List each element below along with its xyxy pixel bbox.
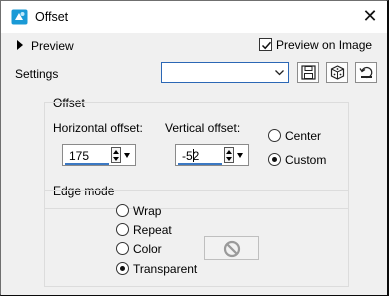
close-button[interactable]: ✕: [360, 7, 380, 27]
chevron-down-icon[interactable]: [273, 66, 286, 79]
prohibited-icon: [223, 240, 241, 258]
text-caret: [193, 149, 194, 162]
input-underline: [65, 163, 109, 165]
offset-dialog: Offset ✕ Preview Preview on Image Settin…: [0, 0, 389, 296]
window-title: Offset: [35, 10, 69, 24]
input-underline: [178, 163, 222, 165]
settings-combo[interactable]: [161, 62, 289, 83]
reset-icon: [359, 66, 373, 79]
save-settings-button[interactable]: [297, 62, 319, 83]
vertical-offset-spinner[interactable]: -52: [175, 144, 249, 166]
vertical-offset-value[interactable]: -52: [182, 149, 199, 163]
save-icon: [301, 65, 316, 80]
spin-dropdown-icon[interactable]: [237, 153, 243, 158]
expand-arrow-icon: [17, 40, 23, 50]
title-bar: Offset ✕: [1, 1, 387, 33]
offset-app-icon: [11, 9, 28, 25]
horizontal-offset-value[interactable]: 175: [69, 149, 89, 163]
horizontal-offset-label: Horizontal offset:: [53, 121, 143, 135]
randomize-button[interactable]: [326, 62, 348, 83]
spin-updown-icon[interactable]: [224, 147, 234, 163]
spin-dropdown-icon[interactable]: [124, 153, 130, 158]
settings-label: Settings: [15, 67, 59, 81]
spin-updown-icon[interactable]: [111, 147, 121, 163]
vertical-offset-label: Vertical offset:: [165, 121, 241, 135]
dialog-body: Preview Preview on Image Settings Offset…: [1, 33, 387, 295]
preview-on-image-label: Preview on Image: [276, 38, 373, 52]
horizontal-offset-spinner[interactable]: 175: [62, 144, 136, 166]
edge-color-swatch[interactable]: [204, 236, 259, 260]
preview-label: Preview: [31, 39, 74, 53]
checkbox-box[interactable]: [259, 38, 272, 51]
dice-icon: [330, 65, 345, 80]
reset-button[interactable]: [355, 62, 377, 83]
